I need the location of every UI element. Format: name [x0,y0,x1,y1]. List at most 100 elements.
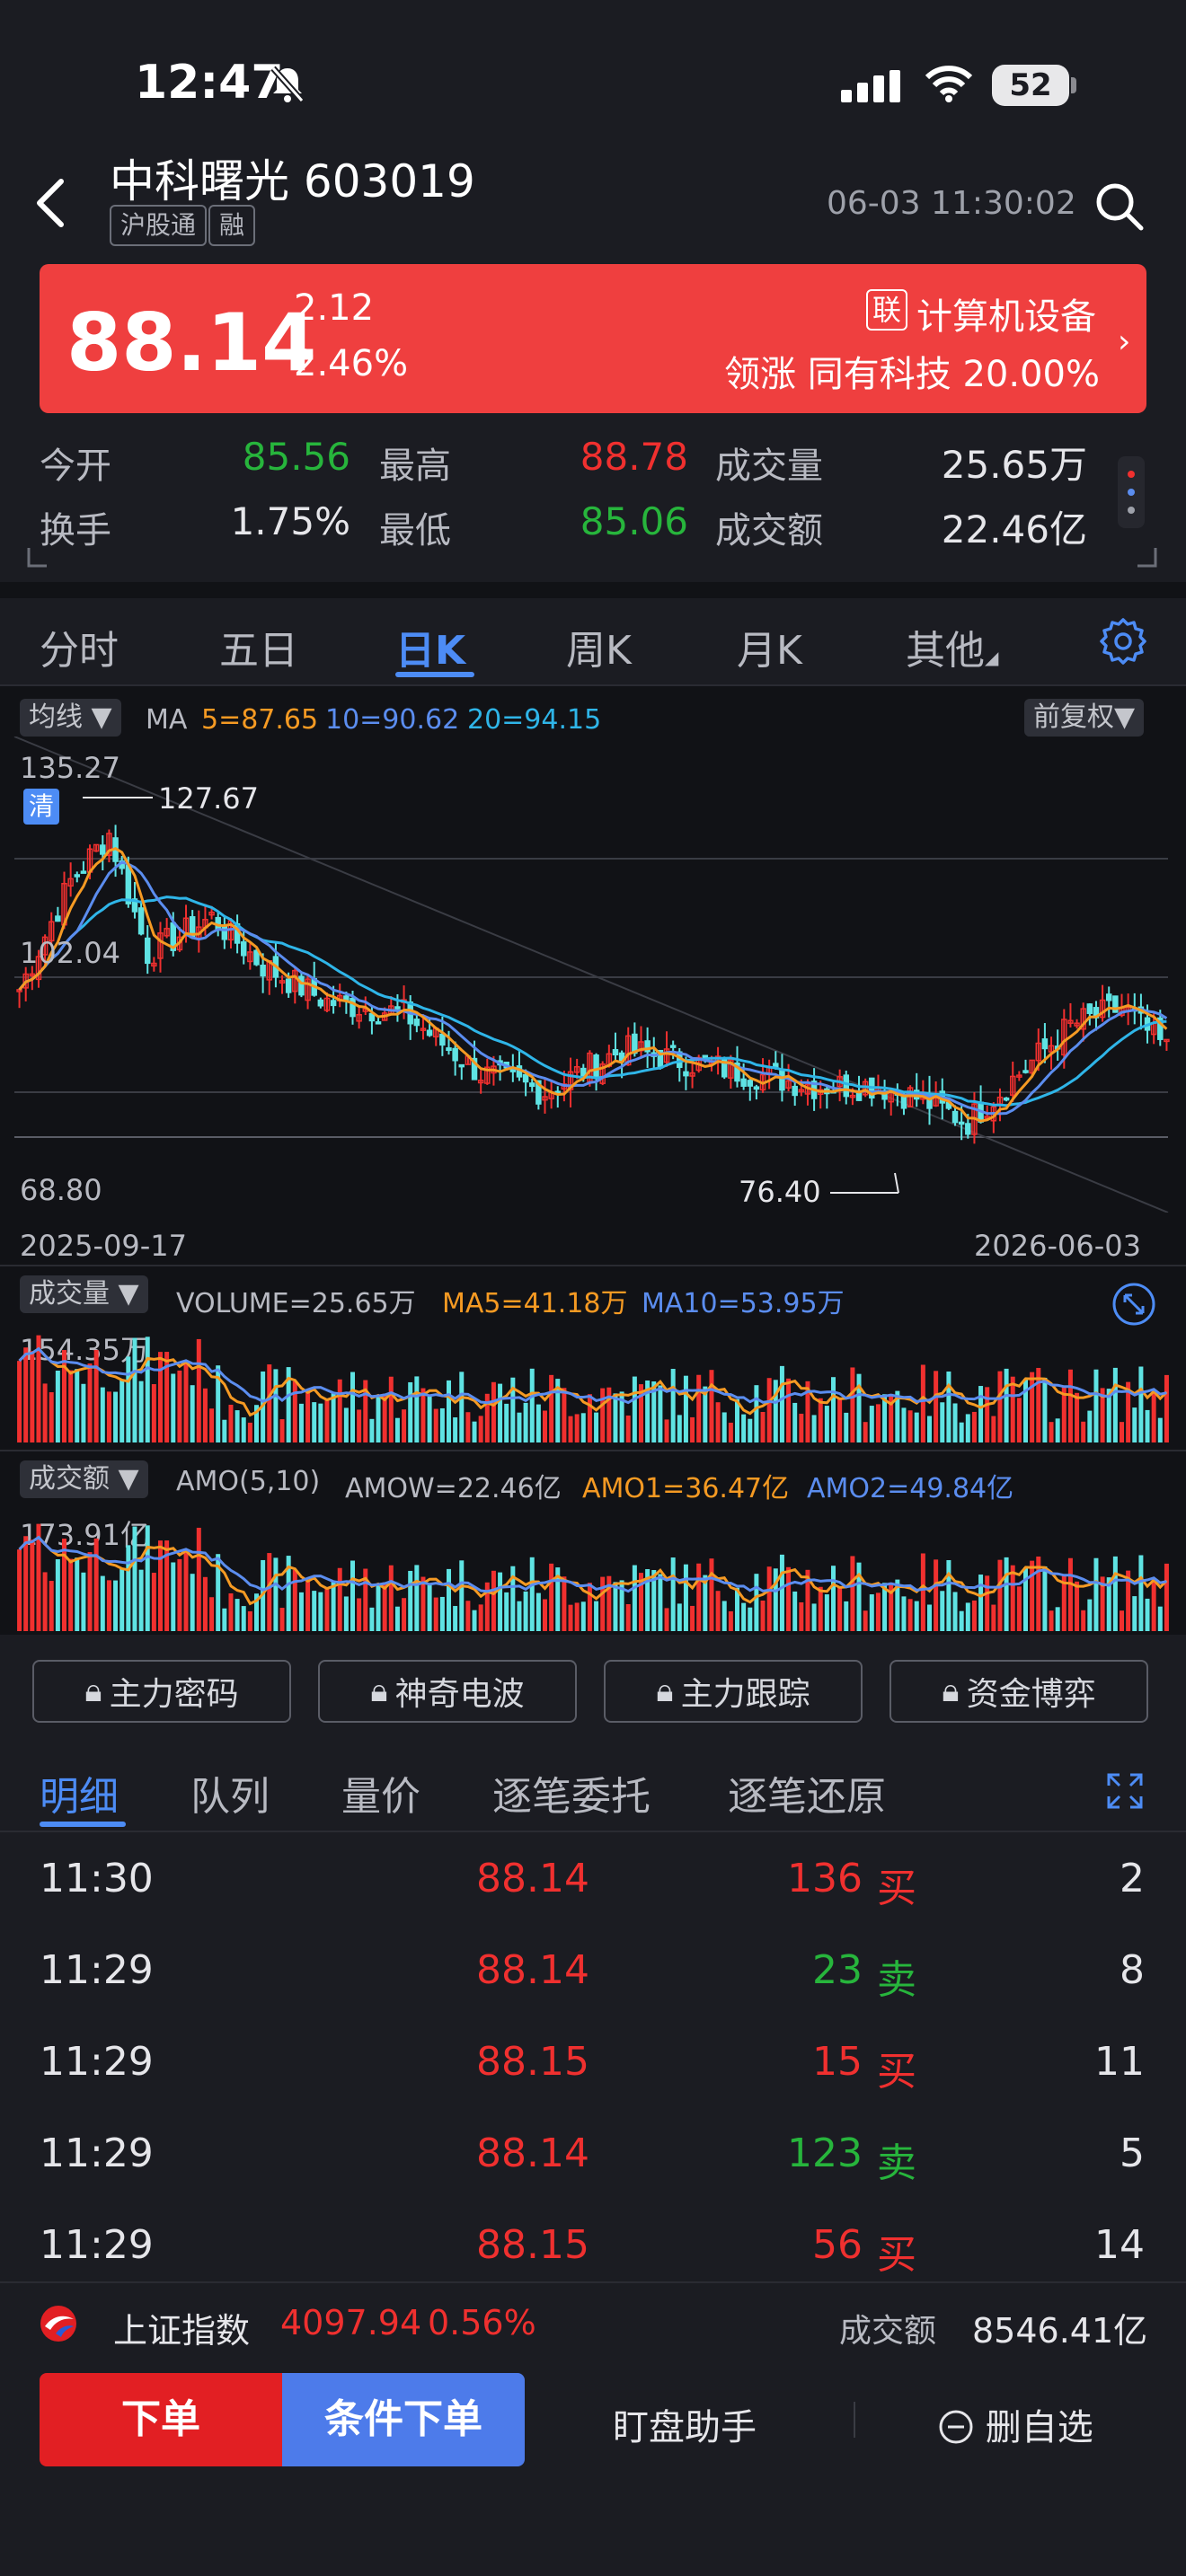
amount-bar [875,1592,881,1631]
more-dots-icon[interactable] [1118,456,1145,528]
tab-detail[interactable]: 明细 [40,1764,119,1822]
back-arrow-icon[interactable] [32,176,68,230]
tab-volume-price[interactable]: 量价 [341,1764,420,1822]
conditional-order-button[interactable]: 条件下单 [282,2373,525,2466]
clear-badge[interactable]: 清 [23,789,59,825]
volume-bar [228,1404,234,1442]
amount-bar [1030,1560,1035,1631]
adjust-selector[interactable]: 前复权▼ [1024,699,1145,737]
candle-body [350,997,356,1018]
amount-bar [1075,1581,1080,1631]
stock-code: 603019 [303,155,475,207]
volume-bar [171,1373,176,1442]
volume-bar [946,1371,951,1442]
volume-bar [587,1394,592,1442]
amount-bar [632,1565,637,1631]
amount-bar [337,1567,342,1631]
sector-name: 计算机设备 [916,296,1096,338]
volume-bar [773,1380,778,1442]
amount-bar [81,1572,86,1631]
volume-bar [1075,1392,1080,1442]
volume-bar [30,1351,35,1442]
candle-body [394,1006,401,1010]
settings-gear-icon[interactable] [1100,618,1146,665]
amount-bar [792,1591,798,1631]
candle-body [221,925,228,940]
amount-bar [279,1608,285,1631]
volume-bar [202,1388,208,1442]
amount-bar [1049,1610,1054,1631]
volume-bar [1010,1376,1015,1442]
amount-bar [831,1566,836,1631]
tab-daily-k[interactable]: 日K [395,618,465,675]
amount-bar [30,1539,35,1631]
tab-intraday[interactable]: 分时 [40,618,119,675]
ma-selector[interactable]: 均线 ▼ [20,699,121,737]
amount-bar [87,1552,93,1631]
amount-bar [535,1592,541,1631]
caret-down-icon: ▼ [118,1463,139,1495]
amount-bar [151,1573,156,1631]
place-order-button[interactable]: 下单 [40,2373,282,2466]
amount-bar [869,1594,874,1631]
amount-bar [1157,1606,1163,1631]
remove-watchlist-button[interactable]: 删自选 [938,2398,1093,2450]
volume-bar [625,1416,631,1442]
amount-bar [138,1569,144,1631]
volume-selector[interactable]: 成交量 ▼ [20,1275,148,1313]
amount-bar [1004,1557,1009,1631]
tab-weekly-k[interactable]: 周K [566,618,632,675]
high-label: 最高 [379,446,451,487]
tab-queue[interactable]: 队列 [190,1764,270,1822]
candle-body [137,907,145,935]
amount-bar [62,1539,66,1631]
search-icon[interactable] [1093,180,1146,234]
index-ticker-bar[interactable]: 上证指数 4097.94 0.56% 成交额 8546.41亿 [0,2281,1186,2362]
volume-bar [1157,1417,1163,1442]
amount-bar [696,1563,702,1631]
amount-bar [600,1576,606,1631]
candle-body [74,874,81,878]
tab-order-by-order[interactable]: 逐笔委托 [492,1764,651,1822]
tool-magic-wave[interactable]: 🔒︎ 神奇电波 [318,1660,577,1723]
tab-tick-replay[interactable]: 逐笔还原 [728,1764,886,1822]
tab-five-day[interactable]: 五日 [219,618,298,675]
volume-bar [715,1402,721,1442]
volume-bar [209,1408,215,1442]
expand-icon[interactable] [1103,1769,1146,1813]
amount-bar [298,1592,304,1631]
candle-body [125,864,132,904]
ma5-line [18,847,1168,1123]
tab-monthly-k[interactable]: 月K [737,618,802,675]
amount-bar [625,1604,631,1631]
volume-bar [459,1372,465,1442]
volume-bar [478,1416,483,1442]
trade-price: 88.15 [476,2222,589,2268]
price-banner[interactable]: 88.14 2.12 2.46% 联 计算机设备 领涨 同有科技 20.00% … [40,264,1146,413]
trade-count: 2 [1120,1856,1145,1901]
amount-bar [1120,1610,1124,1631]
volume-bar [1030,1372,1035,1442]
volume-bar [17,1361,22,1442]
volume-bar [324,1398,330,1442]
tab-other[interactable]: 其他◢ [906,618,998,675]
amount-bar [113,1580,119,1631]
amount-bar [580,1601,586,1631]
amount-bar [292,1569,297,1631]
chart-divider [0,1265,1186,1266]
tool-main-force-tracking[interactable]: 🔒︎ 主力跟踪 [604,1660,863,1723]
candle-body [330,1000,337,1007]
caret-down-icon: ▼ [118,1278,139,1310]
tool-main-force-code[interactable]: 🔒︎ 主力密码 [32,1660,291,1723]
monitor-assistant-button[interactable]: 盯盘助手 [613,2398,757,2450]
volume-bar [343,1407,349,1442]
amount-bar [523,1591,528,1631]
amount-bar [453,1606,458,1631]
volume-bar [158,1352,163,1442]
trade-price: 88.15 [476,2039,589,2085]
amount-selector[interactable]: 成交额 ▼ [20,1460,148,1498]
index-pct: 0.56% [428,2303,536,2342]
amount-bar [952,1592,958,1631]
tool-capital-game[interactable]: 🔒︎ 资金博弈 [890,1660,1148,1723]
volume-bar [997,1371,1003,1442]
